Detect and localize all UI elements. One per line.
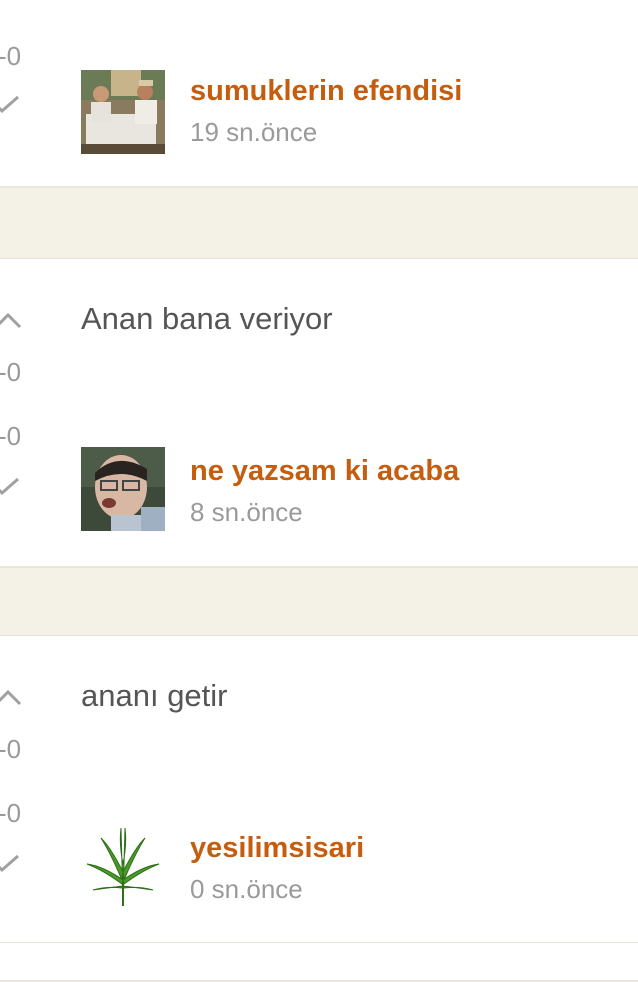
comment-card: -0 sumuklerin efendisi 19 sn.önce (0, 0, 638, 188)
avatar[interactable] (81, 447, 165, 531)
comment-author[interactable]: ne yazsam ki acaba (190, 457, 459, 486)
comment-time: 8 sn.önce (190, 497, 303, 527)
avatar[interactable] (81, 70, 165, 154)
vote-score: -0 (0, 357, 22, 387)
vote-score-secondary: -0 (0, 798, 22, 828)
comment-card-partial (0, 942, 638, 982)
comment-author[interactable]: sumuklerin efendisi (190, 77, 462, 106)
avatar[interactable] (81, 824, 165, 908)
comment-time: 19 sn.önce (190, 117, 318, 147)
upvote-icon[interactable] (0, 684, 24, 708)
downvote-icon[interactable] (0, 93, 24, 117)
vote-score: -0 (0, 734, 22, 764)
comment-time: 0 sn.önce (190, 874, 303, 904)
downvote-icon[interactable] (0, 852, 24, 876)
cannabis-leaf-icon (81, 824, 165, 908)
upvote-icon[interactable] (0, 307, 24, 331)
comment-card: ananı getir -0 -0 yesilimsisari 0 sn.önc… (0, 635, 638, 945)
comment-card: Anan bana veriyor -0 -0 ne yazsam ki aca… (0, 258, 638, 568)
vote-score-secondary: -0 (0, 421, 22, 451)
comment-text: Anan bana veriyor (81, 301, 333, 336)
comment-author[interactable]: yesilimsisari (190, 834, 364, 863)
comment-text: ananı getir (81, 678, 228, 713)
downvote-icon[interactable] (0, 475, 24, 499)
vote-score: -0 (0, 41, 22, 71)
